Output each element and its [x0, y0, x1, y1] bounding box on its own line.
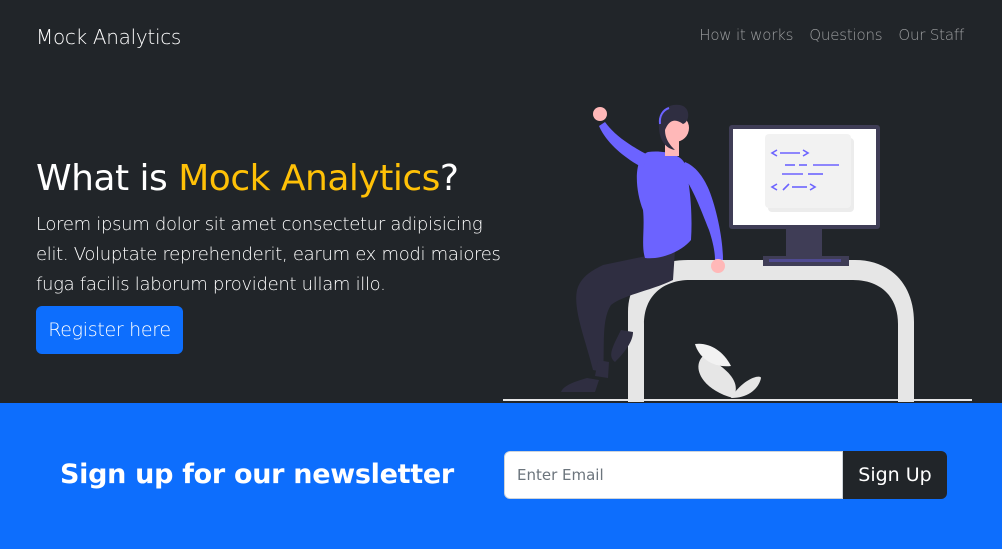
- hero-title-prefix: What is: [36, 158, 179, 199]
- sign-up-button[interactable]: Sign Up: [843, 451, 947, 499]
- newsletter-section: Sign up for our newsletter Sign Up: [0, 403, 1002, 549]
- email-input-group: Sign Up: [504, 451, 947, 499]
- brand-logo[interactable]: Mock Analytics: [36, 25, 181, 49]
- hero-title-suffix: ?: [439, 158, 459, 199]
- nav-link-how-it-works[interactable]: How it works: [699, 26, 793, 44]
- navbar: Mock Analytics How it works Questions Ou…: [0, 0, 1002, 72]
- nav-link-questions[interactable]: Questions: [809, 26, 882, 44]
- woman-at-desk-illustration: [503, 104, 972, 402]
- email-input[interactable]: [504, 451, 843, 499]
- nav-links: How it works Questions Our Staff: [699, 26, 964, 44]
- nav-link-our-staff[interactable]: Our Staff: [898, 26, 964, 44]
- hero-description: Lorem ipsum dolor sit amet consectetur a…: [36, 214, 501, 295]
- hero-title: What is Mock Analytics?: [36, 158, 459, 199]
- newsletter-title: Sign up for our newsletter: [60, 459, 454, 490]
- register-button[interactable]: Register here: [36, 306, 183, 354]
- hero-title-accent: Mock Analytics: [178, 158, 440, 199]
